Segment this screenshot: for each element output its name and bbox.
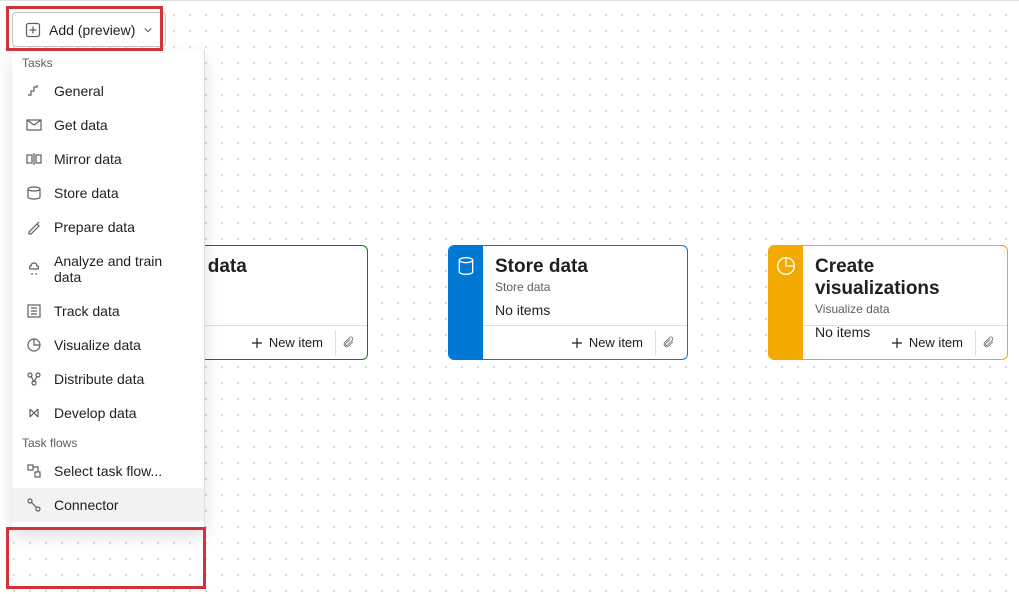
prepare-data-icon [26,219,42,235]
card-subtitle: Visualize data [815,302,995,316]
card-stripe [449,246,483,359]
dropdown-item-label: Store data [54,185,119,201]
dropdown-item-store-data[interactable]: Store data [12,176,204,210]
dropdown-item-label: Connector [54,497,119,513]
dropdown-item-distribute-data[interactable]: Distribute data [12,362,204,396]
dropdown-item-label: Mirror data [54,151,122,167]
dropdown-item-label: Select task flow... [54,463,162,479]
plus-icon [571,337,583,349]
plus-icon [891,337,903,349]
task-card-visualize[interactable]: Create visualizations Visualize data No … [768,245,1008,360]
card-items-text: No items [495,302,675,318]
new-item-label: New item [909,335,963,350]
attachment-icon [982,336,995,350]
dropdown-item-label: Prepare data [54,219,135,235]
add-dropdown: Tasks General Get data Mirror data Store… [12,50,205,529]
dropdown-item-develop-data[interactable]: Develop data [12,396,204,430]
add-preview-button[interactable]: Add (preview) [12,12,166,47]
attach-button[interactable] [335,330,361,356]
pie-chart-icon [776,256,796,276]
dropdown-item-general[interactable]: General [12,74,204,108]
task-card-store[interactable]: Store data Store data No items New item [448,245,688,360]
dropdown-item-prepare-data[interactable]: Prepare data [12,210,204,244]
new-item-label: New item [269,335,323,350]
new-item-button[interactable]: New item [883,331,971,354]
new-item-button[interactable]: New item [563,331,651,354]
dropdown-item-analyze-train[interactable]: Analyze and train data [12,244,204,294]
track-data-icon [26,303,42,319]
get-data-icon [26,117,42,133]
dropdown-item-label: General [54,83,104,99]
card-title: Store data [495,256,675,278]
attachment-icon [342,336,355,350]
mirror-data-icon [26,151,42,167]
plus-icon [251,337,263,349]
task-flow-icon [26,463,42,479]
develop-data-icon [26,405,42,421]
dropdown-item-connector[interactable]: Connector [12,488,204,522]
dropdown-section-tasks: Tasks [12,50,204,74]
new-item-button[interactable]: New item [243,331,331,354]
add-button-label: Add (preview) [49,22,135,38]
database-icon [456,256,476,276]
dropdown-item-label: Visualize data [54,337,141,353]
analyze-icon [26,261,42,277]
new-item-label: New item [589,335,643,350]
dropdown-item-label: Develop data [54,405,137,421]
dropdown-item-label: Analyze and train data [54,253,190,285]
card-title: Create visualizations [815,256,995,300]
card-subtitle: Store data [495,280,675,294]
card-stripe [769,246,803,359]
plus-square-icon [25,22,41,38]
dropdown-item-label: Distribute data [54,371,144,387]
dropdown-item-track-data[interactable]: Track data [12,294,204,328]
dropdown-item-visualize-data[interactable]: Visualize data [12,328,204,362]
connector-icon [26,497,42,513]
chevron-down-icon [143,25,153,35]
general-icon [26,83,42,99]
attach-button[interactable] [655,330,681,356]
dropdown-item-select-task-flow[interactable]: Select task flow... [12,454,204,488]
store-data-icon [26,185,42,201]
attach-button[interactable] [975,330,1001,356]
dropdown-item-mirror-data[interactable]: Mirror data [12,142,204,176]
dropdown-item-get-data[interactable]: Get data [12,108,204,142]
attachment-icon [662,336,675,350]
dropdown-item-label: Track data [54,303,120,319]
dropdown-section-flows: Task flows [12,430,204,454]
distribute-data-icon [26,371,42,387]
visualize-data-icon [26,337,42,353]
dropdown-item-label: Get data [54,117,108,133]
